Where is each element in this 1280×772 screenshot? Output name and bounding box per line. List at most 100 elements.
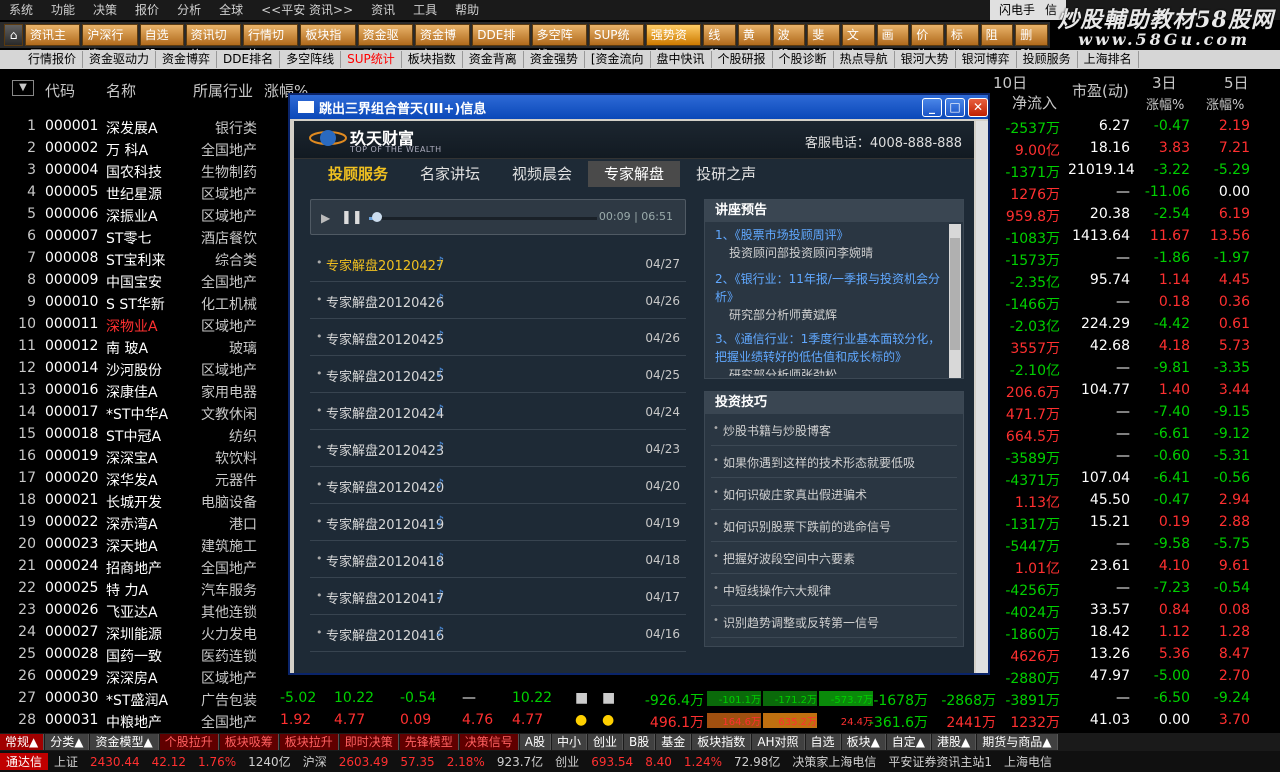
stock-code[interactable]: 000018 [45,426,98,442]
toolbar-button[interactable]: 资金博弈 [414,24,471,62]
tab[interactable]: 盘中快讯 [651,51,712,68]
track-item[interactable]: • 专家解盘20120420 ♪ 04/20 [310,467,686,504]
stock-code[interactable]: 000016 [45,382,98,398]
bottom-tab[interactable]: 决策信号 [459,734,519,750]
tab[interactable]: SUP统计 [341,51,402,68]
track-title[interactable]: 专家解盘20120427 [326,255,444,274]
menu-pingan-news[interactable]: <<平安 资讯>> [252,0,362,20]
stock-name[interactable]: 深华发A [106,470,158,490]
tab[interactable]: 上海排名 [1078,51,1139,68]
tab[interactable]: DDE排名 [217,51,281,68]
toolbar-button[interactable]: 自选股 [139,24,184,62]
track-item[interactable]: • 专家解盘20120417 ♪ 04/17 [310,578,686,615]
stock-code[interactable]: 000020 [45,470,98,486]
bottom-tab[interactable]: 分类▲ [45,734,90,750]
stock-name[interactable]: 中粮地产 [106,712,162,732]
bottom-tab[interactable]: 板块拉升 [279,734,339,750]
lecture-link[interactable]: 2、《银行业：11年报/一季报与投资机会分析》 [715,272,940,304]
bottom-tab[interactable]: 自选 [805,734,841,750]
tip-item[interactable]: • 识别趋势调整或反转第一信号 [711,606,957,638]
stock-name[interactable]: 深振业A [106,206,158,226]
tab[interactable]: 投顾服务 [1017,51,1078,68]
stock-name[interactable]: 中国宝安 [106,272,162,292]
table-row[interactable]: 28 000031 中粮地产 全国地产 1232万 41.03 0.00 3.70 1.92 4.… [0,710,1280,732]
col-5d[interactable]: 5日 [1224,72,1249,93]
toolbar-button[interactable]: 画图 [876,24,910,62]
stock-code[interactable]: 000005 [45,184,98,200]
track-title[interactable]: 专家解盘20120419 [326,514,444,533]
popup-titlebar[interactable]: 跳出三界组合普天(III+)信息 [290,95,988,119]
tip-text[interactable]: 如何识破庄家真出假进骗术 [723,486,867,503]
toolbar-button[interactable]: SUP统计 [588,24,644,62]
tab[interactable]: 资金驱动力 [83,51,157,68]
tab[interactable]: 个股研报 [712,51,773,68]
lecture-item[interactable]: 2、《银行业：11年报/一季报与投资机会分析》 研究部分析师黄斌辉 [715,270,945,324]
stock-name[interactable]: 深康佳A [106,382,158,402]
table-row[interactable]: 27 000030 *ST盛润A 广告包装 -3891万 — -6.50 -9.24 -5.02… [0,688,1280,710]
stock-code[interactable]: 000012 [45,338,98,354]
stock-code[interactable]: 000017 [45,404,98,420]
toolbar-button[interactable]: 沪深行情 [82,24,138,62]
stock-name[interactable]: 深物业A [106,316,158,336]
tab[interactable]: 板块指数 [402,51,463,68]
toolbar-button[interactable]: 斐波 [807,24,840,62]
tip-item[interactable]: • 炒股书籍与炒股博客 [711,414,957,446]
col-industry[interactable]: 所属行业 [193,80,253,101]
toolbar-button[interactable]: 资金驱动 [357,24,413,62]
tip-text[interactable]: 如果你遇到这样的技术形态就要低吸 [723,454,915,471]
tip-text[interactable]: 如何识别股票下跌前的逃命信号 [723,518,891,535]
stock-name[interactable]: S ST华新 [106,294,165,314]
track-title[interactable]: 专家解盘20120416 [326,625,444,644]
stock-code[interactable]: 000026 [45,602,98,618]
stock-name[interactable]: 长城开发 [106,492,162,512]
nav-advisor-service[interactable]: 投顾服务 [312,161,404,187]
pause-icon[interactable]: ❚❚ [341,210,363,225]
track-title[interactable]: 专家解盘20120424 [326,403,444,422]
bottom-tab[interactable]: 资金模型▲ [90,734,159,750]
menu-help[interactable]: 帮助 [446,0,488,20]
stock-name[interactable]: 沙河股份 [106,360,162,380]
nav-expert-forum[interactable]: 名家讲坛 [404,161,496,187]
menu-decision[interactable]: 决策 [84,0,126,20]
stock-code[interactable]: 000010 [45,294,98,310]
menu-quote[interactable]: 报价 [126,0,168,20]
tip-text[interactable]: 炒股书籍与炒股博客 [723,422,831,439]
maximize-button[interactable]: □ [945,98,965,117]
toolbar-button[interactable]: 阻速 [980,24,1014,62]
stock-code[interactable]: 000002 [45,140,98,156]
bottom-tab[interactable]: 板块吸筹 [219,734,279,750]
bottom-tab[interactable]: 创业 [588,734,624,750]
popup-scrollbar[interactable] [976,121,988,673]
stock-code[interactable]: 000024 [45,558,98,574]
col-5d-pct[interactable]: 涨幅% [1206,94,1244,113]
col-10d[interactable]: 10日 [993,72,1027,93]
stock-code[interactable]: 000011 [45,316,98,332]
toolbar-button[interactable]: 资讯主页 [25,24,81,62]
toolbar-button[interactable]: 线段 [703,24,736,62]
toolbar-button[interactable]: 多空阵线 [531,24,587,62]
toolbar-button[interactable]: 文字 [841,24,875,62]
stock-name[interactable]: 万 科A [106,140,148,160]
toolbar-button[interactable]: 资讯切换 [185,24,241,62]
track-item[interactable]: • 专家解盘20120416 ♪ 04/16 [310,615,686,652]
play-icon[interactable]: ▶ [321,211,330,225]
stock-code[interactable]: 000027 [45,624,98,640]
progress-knob[interactable] [371,212,382,222]
home-icon[interactable]: ⌂ [4,24,23,46]
toolbar-button-active[interactable]: 强势资金 [645,24,702,62]
stock-code[interactable]: 000008 [45,250,98,266]
stock-name[interactable]: 特 力A [106,580,148,600]
stock-name[interactable]: 深天地A [106,536,158,556]
track-title[interactable]: 专家解盘20120426 [326,292,444,311]
tab[interactable]: 行情报价 [22,51,84,68]
col-3d-pct[interactable]: 涨幅% [1146,94,1184,113]
track-title[interactable]: 专家解盘20120417 [326,588,444,607]
nav-video-meeting[interactable]: 视频晨会 [496,161,588,187]
stock-code[interactable]: 000014 [45,360,98,376]
nav-research-voice[interactable]: 投研之声 [680,161,772,187]
track-title[interactable]: 专家解盘20120425 [326,366,444,385]
menu-system[interactable]: 系统 [0,0,42,20]
bottom-tab[interactable]: 个股拉升 [159,734,219,750]
menu-global[interactable]: 全球 [210,0,252,20]
bottom-tab[interactable]: 港股▲ [932,734,977,750]
